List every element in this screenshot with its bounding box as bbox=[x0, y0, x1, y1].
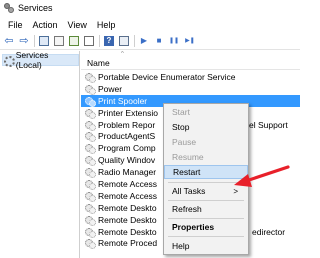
toolbar-separator bbox=[99, 35, 100, 47]
window-title: Services bbox=[18, 3, 53, 13]
service-gear-icon bbox=[85, 108, 96, 119]
column-header-label: Name bbox=[87, 58, 110, 68]
column-header-name[interactable]: Name bbox=[81, 57, 300, 70]
services-app-icon bbox=[4, 3, 14, 13]
stop-service-icon[interactable]: ■ bbox=[153, 35, 165, 47]
menu-help[interactable]: Help bbox=[92, 20, 121, 30]
refresh-icon[interactable] bbox=[68, 35, 80, 47]
service-row[interactable]: Power bbox=[81, 83, 300, 95]
service-gear-icon bbox=[85, 227, 96, 238]
service-name: Portable Device Enumerator Service bbox=[98, 71, 236, 82]
start-service-icon[interactable]: ▶ bbox=[138, 35, 150, 47]
service-gear-icon bbox=[85, 167, 96, 179]
menu-separator bbox=[168, 236, 244, 237]
menu-separator bbox=[168, 200, 244, 201]
service-name: Remote Deskto bbox=[98, 226, 157, 237]
service-name: Radio Manager bbox=[98, 167, 157, 178]
service-name: Power bbox=[98, 83, 123, 94]
back-arrow-icon[interactable]: ⇦ bbox=[3, 35, 15, 47]
service-name: Program Comp bbox=[98, 143, 156, 154]
menu-separator bbox=[168, 218, 244, 219]
service-gear-icon bbox=[85, 155, 96, 167]
service-name-tail: el Support bbox=[249, 119, 288, 130]
service-name-tail: edirector bbox=[252, 226, 286, 237]
menu-item-all-tasks-label: All Tasks bbox=[172, 186, 206, 196]
menu-item-resume[interactable]: Resume bbox=[164, 150, 248, 164]
toolbar: ⇦ ⇨ ? ▶ ■ ❚❚ ▶❚ bbox=[0, 33, 300, 50]
service-gear-icon bbox=[85, 215, 96, 226]
service-name: Quality Windov bbox=[98, 155, 156, 166]
menu-item-start[interactable]: Start bbox=[164, 105, 248, 119]
toolbar-separator bbox=[134, 35, 135, 47]
menu-item-refresh[interactable]: Refresh bbox=[164, 202, 248, 216]
service-gear-icon bbox=[85, 179, 96, 190]
show-hide-tree-icon[interactable] bbox=[38, 35, 50, 47]
export-list-icon[interactable] bbox=[83, 35, 95, 47]
service-name: Remote Deskto bbox=[98, 214, 157, 225]
forward-arrow-icon[interactable]: ⇨ bbox=[18, 35, 30, 47]
menu-bar: File Action View Help bbox=[0, 17, 300, 32]
pause-service-icon[interactable]: ❚❚ bbox=[168, 35, 180, 47]
red-arrow-icon bbox=[234, 165, 290, 187]
menu-item-pause[interactable]: Pause bbox=[164, 135, 248, 149]
service-name: Remote Access bbox=[98, 178, 158, 189]
service-gear-icon bbox=[85, 131, 96, 143]
service-gear-icon bbox=[85, 120, 96, 131]
menu-action[interactable]: Action bbox=[28, 20, 63, 30]
service-name: Remote Deskto bbox=[98, 202, 157, 213]
service-name: Remote Proced bbox=[98, 238, 158, 249]
service-row[interactable]: Portable Device Enumerator Service bbox=[81, 71, 300, 83]
service-name: Problem Repor bbox=[98, 119, 156, 130]
service-gear-icon bbox=[85, 72, 96, 83]
service-name: ProductAgentS bbox=[98, 131, 156, 142]
service-gear-icon bbox=[85, 84, 96, 95]
console-tree-icon[interactable] bbox=[118, 35, 130, 47]
menu-item-stop[interactable]: Stop bbox=[164, 120, 248, 134]
tree-item-services-local[interactable]: Services (Local) bbox=[2, 50, 79, 70]
tree-item-label: Services (Local) bbox=[15, 50, 49, 70]
service-gear-icon bbox=[85, 143, 96, 155]
service-name: Remote Access bbox=[98, 190, 158, 201]
service-gear-icon bbox=[85, 238, 96, 250]
title-bar: Services bbox=[0, 0, 300, 16]
menu-file[interactable]: File bbox=[3, 20, 28, 30]
toolbar-separator bbox=[34, 35, 35, 47]
service-name: Print Spooler bbox=[98, 95, 148, 106]
gear-icon bbox=[4, 55, 15, 67]
service-gear-icon bbox=[85, 203, 96, 214]
tree-pane: Services (Local) bbox=[0, 50, 80, 258]
menu-item-help[interactable]: Help bbox=[164, 239, 248, 253]
service-name: Printer Extensio bbox=[98, 107, 158, 118]
properties-icon[interactable] bbox=[53, 35, 65, 47]
help-icon[interactable]: ? bbox=[103, 35, 115, 47]
menu-view[interactable]: View bbox=[63, 20, 92, 30]
restart-service-icon[interactable]: ▶❚ bbox=[183, 35, 197, 47]
menu-item-properties[interactable]: Properties bbox=[164, 220, 248, 234]
service-gear-icon bbox=[85, 96, 96, 107]
service-gear-icon bbox=[85, 191, 96, 202]
